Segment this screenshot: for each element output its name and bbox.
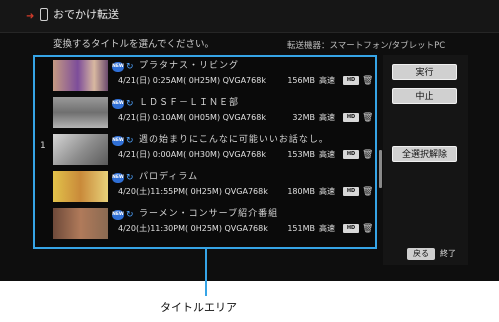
hd-icon: HD (343, 113, 359, 122)
new-badge-icon: NEW (112, 210, 124, 220)
program-thumbnail (53, 208, 108, 239)
rerun-icon: ↻ (126, 99, 134, 109)
execute-button[interactable]: 実行 (392, 64, 457, 80)
program-row[interactable]: NEW ↻ ラーメン・コンサーブ紹介番組 4/20(土)11:30PM( 0H25… (35, 205, 375, 243)
header-divider (0, 32, 499, 33)
conversion-mode: 高速 (319, 150, 335, 159)
program-thumbnail (53, 134, 108, 165)
phone-icon (40, 8, 48, 21)
program-row[interactable]: 1 NEW ↻ 週の始まりにこんなに可能いいお話なし。 4/21(日) 0:00A… (35, 131, 375, 169)
trash-icon[interactable]: 🗑 (362, 113, 373, 123)
hd-icon: HD (343, 76, 359, 85)
program-title: 週の始まりにこんなに可能いいお話なし。 (139, 135, 329, 145)
page-title: おでかけ転送 (53, 8, 119, 21)
file-size: 156MB (287, 76, 315, 85)
exit-label: 終了 (440, 249, 456, 258)
program-title: プラタナス・リビング (139, 61, 240, 71)
conversion-mode: 高速 (319, 76, 335, 85)
program-info: 4/21(日) 0:10AM( 0H05M) QVGA768k (118, 113, 266, 122)
program-thumbnail (53, 97, 108, 128)
callout-line (205, 249, 207, 296)
program-row[interactable]: NEW ↻ パロディラム 4/20(土)11:55PM( 0H25M) QVGA7… (35, 168, 375, 206)
title-area-label: タイトルエリア (160, 301, 237, 314)
back-button[interactable]: 戻る (407, 248, 435, 260)
trash-icon[interactable]: 🗑 (362, 187, 373, 197)
program-info: 4/20(土)11:30PM( 0H25M) QVGA768k (118, 224, 268, 233)
trash-icon[interactable]: 🗑 (362, 76, 373, 86)
file-size: 151MB (287, 224, 315, 233)
conversion-mode: 高速 (319, 224, 335, 233)
arrow-icon: ➜ (26, 11, 35, 22)
rerun-icon: ↻ (126, 173, 134, 183)
instruction-text: 変換するタイトルを選んでください。 (53, 39, 215, 50)
file-size: 153MB (287, 150, 315, 159)
hd-icon: HD (343, 224, 359, 233)
rerun-icon: ↻ (126, 210, 134, 220)
program-row[interactable]: NEW ↻ ＬＤＳＦ－ＬＩＮＥ部 4/21(日) 0:10AM( 0H05M) Q… (35, 94, 375, 132)
program-title: ラーメン・コンサーブ紹介番組 (139, 209, 279, 219)
program-info: 4/21(日) 0:25AM( 0H25M) QVGA768k (118, 76, 266, 85)
program-row[interactable]: NEW ↻ プラタナス・リビング 4/21(日) 0:25AM( 0H25M) Q… (35, 57, 375, 95)
trash-icon[interactable]: 🗑 (362, 224, 373, 234)
app-screen: ➜ おでかけ転送 変換するタイトルを選んでください。 転送機器：スマートフォン/… (0, 0, 499, 281)
program-info: 4/21(日) 0:00AM( 0H30M) QVGA768k (118, 150, 266, 159)
conversion-mode: 高速 (319, 113, 335, 122)
title-area: NEW ↻ プラタナス・リビング 4/21(日) 0:25AM( 0H25M) Q… (33, 55, 377, 249)
cancel-button[interactable]: 中止 (392, 88, 457, 104)
hd-icon: HD (343, 150, 359, 159)
program-thumbnail (53, 60, 108, 91)
rerun-icon: ↻ (126, 136, 134, 146)
header-bar: ➜ おでかけ転送 (0, 0, 499, 32)
device-label: 転送機器：スマートフォン/タブレットPC (287, 41, 446, 51)
file-size: 32MB (292, 113, 315, 122)
program-title: ＬＤＳＦ－ＬＩＮＥ部 (139, 98, 240, 108)
list-scrollbar[interactable] (379, 150, 382, 188)
new-badge-icon: NEW (112, 173, 124, 183)
trash-icon[interactable]: 🗑 (362, 150, 373, 160)
rerun-icon: ↻ (126, 62, 134, 72)
program-title: パロディラム (139, 172, 199, 182)
conversion-mode: 高速 (319, 187, 335, 196)
new-badge-icon: NEW (112, 136, 124, 146)
deselect-all-button[interactable]: 全選択解除 (392, 146, 457, 162)
file-size: 180MB (287, 187, 315, 196)
new-badge-icon: NEW (112, 62, 124, 72)
program-thumbnail (53, 171, 108, 202)
program-info: 4/20(土)11:55PM( 0H25M) QVGA768k (118, 187, 268, 196)
row-number: 1 (40, 141, 46, 151)
new-badge-icon: NEW (112, 99, 124, 109)
hd-icon: HD (343, 187, 359, 196)
